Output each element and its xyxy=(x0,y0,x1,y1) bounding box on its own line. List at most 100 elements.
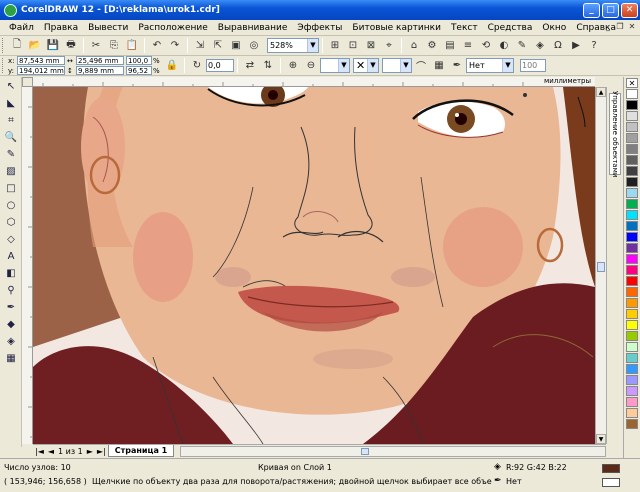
pen-icon[interactable]: ✒ xyxy=(449,58,465,74)
mirror-vertical-icon[interactable]: ⇅ xyxy=(260,58,276,74)
smart-fill-icon[interactable]: ▨ xyxy=(2,163,20,179)
outline-style-combo[interactable]: ✕ ▼ xyxy=(353,58,379,73)
paste-icon[interactable]: 📋 xyxy=(124,38,140,54)
color-swatch[interactable] xyxy=(626,144,638,154)
lock-ratio-icon[interactable]: 🔒 xyxy=(164,58,180,74)
copy-icon[interactable]: ⎘ xyxy=(106,38,122,54)
color-swatch[interactable] xyxy=(626,155,638,165)
redo-icon[interactable]: ↷ xyxy=(167,38,183,54)
save-icon[interactable]: 💾 xyxy=(45,38,61,54)
scale-width-field[interactable]: 100,0 xyxy=(126,56,152,65)
color-swatch[interactable] xyxy=(626,89,638,99)
menu-tools[interactable]: Средства xyxy=(483,23,538,33)
menu-effects[interactable]: Эффекты xyxy=(292,23,347,33)
symbol-icon[interactable]: Ω xyxy=(550,38,566,54)
height-field[interactable]: 9,889 mm xyxy=(76,66,124,75)
vertical-ruler[interactable] xyxy=(22,87,33,444)
dynamic-guides-icon[interactable]: ⌖ xyxy=(381,38,397,54)
freehand-tool-icon[interactable]: ✎ xyxy=(2,146,20,162)
color-swatch[interactable] xyxy=(626,353,638,363)
mdi-restore-icon[interactable]: ❐ xyxy=(614,21,626,33)
color-swatch[interactable] xyxy=(626,320,638,330)
maximize-button[interactable]: □ xyxy=(602,2,619,18)
menu-text[interactable]: Текст xyxy=(446,23,483,33)
horizontal-ruler[interactable]: миллиметры xyxy=(33,77,595,87)
eyedropper-tool-icon[interactable]: ⚲ xyxy=(2,282,20,298)
application-launcher-icon[interactable]: ▣ xyxy=(228,38,244,54)
menu-bitmaps[interactable]: Битовые картинки xyxy=(347,23,446,33)
node-add-icon[interactable]: ⊕ xyxy=(285,58,301,74)
color-swatch[interactable] xyxy=(626,408,638,418)
mirror-horizontal-icon[interactable]: ⇄ xyxy=(242,58,258,74)
vertical-scroll-thumb[interactable] xyxy=(597,262,605,272)
color-swatch[interactable] xyxy=(626,397,638,407)
mdi-minimize-icon[interactable]: _ xyxy=(602,21,614,33)
page-tab-1[interactable]: Страница 1 xyxy=(107,445,175,457)
prev-page-button[interactable]: ◄ xyxy=(46,447,56,456)
snap-to-objects-icon[interactable]: ⊠ xyxy=(363,38,379,54)
color-swatch[interactable] xyxy=(626,210,638,220)
vertical-scrollbar[interactable]: ▲ ▼ xyxy=(595,87,606,444)
outline-width-combo[interactable]: Нет ▼ xyxy=(466,58,514,73)
color-swatch[interactable] xyxy=(626,133,638,143)
object-manager-icon[interactable]: ≡ xyxy=(460,38,476,54)
last-page-button[interactable]: ►| xyxy=(95,447,108,456)
color-swatch[interactable] xyxy=(626,188,638,198)
outline-tool-icon[interactable]: ✒ xyxy=(2,299,20,315)
y-position-field[interactable]: 194,012 mm xyxy=(17,66,65,75)
color-swatch[interactable] xyxy=(626,276,638,286)
color-swatch[interactable] xyxy=(626,177,638,187)
corel-online-icon[interactable]: ◎ xyxy=(246,38,262,54)
help-icon[interactable]: ? xyxy=(586,38,602,54)
menu-layout[interactable]: Расположение xyxy=(133,23,212,33)
color-swatch[interactable] xyxy=(626,375,638,385)
color-swatch[interactable] xyxy=(626,331,638,341)
cut-icon[interactable]: ✂ xyxy=(88,38,104,54)
mdi-close-icon[interactable]: ✕ xyxy=(626,21,638,33)
color-swatch[interactable] xyxy=(626,111,638,121)
ruler-corner[interactable] xyxy=(22,77,33,87)
color-swatch[interactable] xyxy=(626,199,638,209)
print-icon[interactable]: 🖶 xyxy=(63,38,79,54)
zoom-combo[interactable]: 528% ▼ xyxy=(267,38,319,53)
fill-tool-icon[interactable]: ◆ xyxy=(2,316,20,332)
color-swatch[interactable] xyxy=(626,386,638,396)
options-icon[interactable]: ⚙ xyxy=(424,38,440,54)
snap-to-grid-icon[interactable]: ⊞ xyxy=(327,38,343,54)
basic-shapes-icon[interactable]: ◇ xyxy=(2,231,20,247)
pick-tool-icon[interactable]: ↖ xyxy=(2,78,20,94)
x-position-field[interactable]: 87,543 mm xyxy=(17,56,65,65)
menu-edit[interactable]: Правка xyxy=(39,23,83,33)
rotate-icon[interactable]: ↻ xyxy=(189,58,205,74)
drawing-canvas[interactable] xyxy=(33,87,595,444)
undo-icon[interactable]: ↶ xyxy=(149,38,165,54)
crop-tool-icon[interactable]: ⌗ xyxy=(2,112,20,128)
end-arrow-combo[interactable]: ▼ xyxy=(382,58,412,73)
minimize-button[interactable]: _ xyxy=(583,2,600,18)
new-document-icon[interactable]: 🗋 xyxy=(9,38,25,54)
color-swatch[interactable] xyxy=(626,298,638,308)
graphic-styles-icon[interactable]: ◈ xyxy=(532,38,548,54)
interactive-blend-icon[interactable]: ◧ xyxy=(2,265,20,281)
color-swatch[interactable] xyxy=(626,309,638,319)
welcome-screen-icon[interactable]: ⌂ xyxy=(406,38,422,54)
width-field[interactable]: 25,496 mm xyxy=(76,56,124,65)
color-swatch[interactable] xyxy=(626,100,638,110)
docker-icon[interactable]: ▤ xyxy=(442,38,458,54)
shape-tool-icon[interactable]: ◣ xyxy=(2,95,20,111)
mesh-fill-icon[interactable]: ▦ xyxy=(2,350,20,366)
color-swatch[interactable] xyxy=(626,232,638,242)
import-icon[interactable]: ⇲ xyxy=(192,38,208,54)
script-icon[interactable]: ✎ xyxy=(514,38,530,54)
ellipse-tool-icon[interactable]: ○ xyxy=(2,197,20,213)
menu-window[interactable]: Окно xyxy=(537,23,571,33)
curve-smoothing-field[interactable]: 100 xyxy=(520,59,546,72)
color-swatch[interactable] xyxy=(626,419,638,429)
snap-to-guidelines-icon[interactable]: ⊡ xyxy=(345,38,361,54)
close-button[interactable]: ✕ xyxy=(621,2,638,18)
menu-file[interactable]: Файл xyxy=(4,23,39,33)
wrap-text-icon[interactable]: ▦ xyxy=(431,58,447,74)
scale-height-field[interactable]: 96,52 xyxy=(126,66,152,75)
fill-color-swatch[interactable] xyxy=(602,464,620,473)
start-arrow-combo[interactable]: ▼ xyxy=(320,58,350,73)
